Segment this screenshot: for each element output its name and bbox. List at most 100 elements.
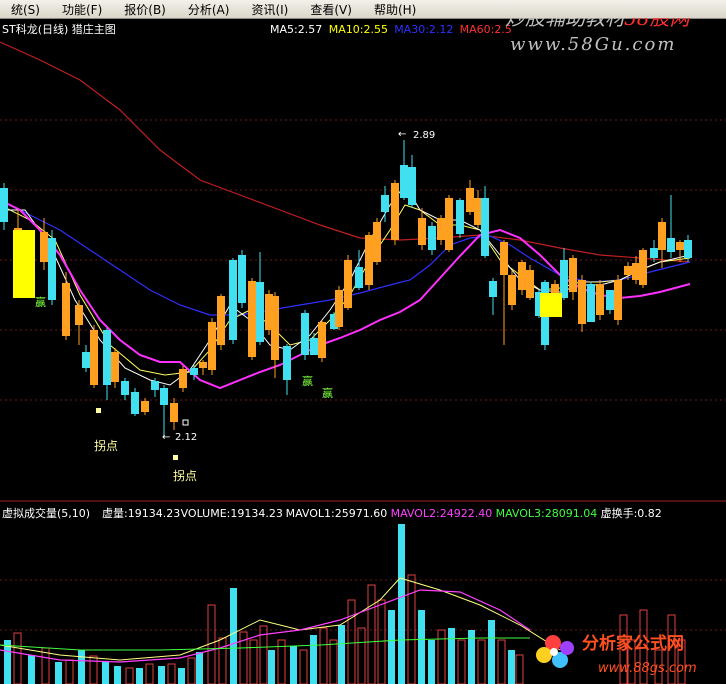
mavol1-line xyxy=(0,577,561,661)
volume-bar xyxy=(230,588,237,684)
volume-bar xyxy=(398,524,405,684)
menu-item-6[interactable]: 帮助(H) xyxy=(363,1,427,18)
candle-body xyxy=(526,270,534,298)
menu-item-0[interactable]: 统(S) xyxy=(0,1,51,18)
volume-bar xyxy=(158,666,165,684)
candle-body xyxy=(632,263,640,280)
candle-body xyxy=(474,198,482,225)
volume-bar xyxy=(367,584,376,684)
candle-body xyxy=(170,403,178,422)
candle-body xyxy=(0,188,8,222)
candle-body xyxy=(335,290,343,327)
candle-body xyxy=(301,313,309,355)
candle-body xyxy=(658,222,666,250)
volume-bar xyxy=(477,639,486,684)
menu-item-4[interactable]: 资讯(I) xyxy=(240,1,299,18)
turn-point-label-2: 拐点 xyxy=(173,468,197,483)
candle-body xyxy=(587,284,595,322)
watermark-line2: www.58Gu.com xyxy=(510,34,676,55)
candle-body xyxy=(40,232,48,262)
volume-bar xyxy=(268,650,275,684)
volume-bar xyxy=(65,659,74,684)
candle-body xyxy=(355,267,363,288)
candle-body xyxy=(151,381,159,390)
candle-body xyxy=(75,305,83,325)
candle-body xyxy=(62,283,70,336)
candle-body xyxy=(121,381,129,395)
chart-area[interactable]: ST科龙(日线) 猎庄主图 MA5:2.57 MA10:2.55 MA30:2.12… xyxy=(0,18,726,684)
volume-label-1: VOLUME:19134.23 xyxy=(181,507,283,520)
volume-bar xyxy=(187,657,196,684)
menu-item-5[interactable]: 查看(V) xyxy=(299,1,363,18)
volume-bar xyxy=(167,663,176,684)
brand-url: www.88gs.com xyxy=(598,661,697,676)
volume-label-3: MAVOL2:24922.40 xyxy=(391,507,493,520)
candle-body xyxy=(238,255,246,303)
candle-body xyxy=(684,240,692,258)
candle-body xyxy=(400,165,408,198)
volume-bar xyxy=(55,662,62,684)
volume-bar xyxy=(377,599,386,684)
ma60-line xyxy=(0,41,691,263)
watermark-bottom: 分析家公式网 www.88gs.com xyxy=(536,633,697,676)
candle-body xyxy=(131,392,139,414)
turn-point-marker-1 xyxy=(96,408,101,413)
volume-bar xyxy=(357,627,366,684)
menu-item-3[interactable]: 分析(A) xyxy=(177,1,241,18)
candle-body xyxy=(639,250,647,285)
signal-win-1: 赢 xyxy=(35,295,46,309)
candle-body xyxy=(208,322,216,370)
candle-body xyxy=(217,296,225,345)
volume-panel-title: 虚拟成交量(5,10) xyxy=(2,506,90,520)
volume-bar xyxy=(508,650,515,684)
candle-body xyxy=(466,188,474,212)
volume-bar xyxy=(437,629,446,684)
volume-bar xyxy=(329,639,338,684)
volume-bar xyxy=(497,639,506,684)
candle-body xyxy=(456,200,464,234)
signal-win-3: 赢 xyxy=(322,386,333,400)
candle-body xyxy=(111,352,119,382)
signal-block-right xyxy=(540,293,562,317)
volume-bar xyxy=(178,668,185,684)
candle-body xyxy=(199,362,207,368)
volume-label-5: 虚换手:0.82 xyxy=(601,506,662,520)
candle-body xyxy=(418,218,426,245)
candle-body xyxy=(160,388,168,405)
watermark-accent: 58股网 xyxy=(624,18,692,30)
candle-body xyxy=(428,226,436,250)
candle-body xyxy=(500,242,508,275)
volume-bar xyxy=(249,639,258,684)
candle-body xyxy=(437,218,445,240)
candle-body xyxy=(271,296,279,360)
candle-body xyxy=(445,198,453,250)
candle-body xyxy=(283,346,291,380)
volume-bars xyxy=(4,524,686,684)
high-marker: ← xyxy=(398,129,406,140)
candle-body xyxy=(344,260,352,308)
candle-body xyxy=(90,330,98,385)
menu-item-2[interactable]: 报价(B) xyxy=(113,1,177,18)
volume-bar xyxy=(299,649,308,684)
candle-body xyxy=(606,290,614,310)
candle-body xyxy=(318,322,326,358)
candle-body xyxy=(391,183,399,240)
candle-body xyxy=(624,266,632,275)
watermark-line1: 炒股辅助教材 xyxy=(505,18,628,30)
candle-body xyxy=(489,281,497,297)
candle-body xyxy=(141,401,149,412)
candle-body xyxy=(518,262,526,290)
volume-bar xyxy=(515,654,524,684)
menu-item-1[interactable]: 功能(F) xyxy=(51,1,113,18)
ma-label-3: MA60:2.5 xyxy=(460,23,512,36)
candlesticks xyxy=(0,140,692,437)
candle-body xyxy=(676,242,684,250)
volume-bar xyxy=(319,627,328,684)
watermark-top: 炒股辅助教材 58股网 www.58Gu.com xyxy=(505,18,692,55)
candle-body xyxy=(650,248,658,258)
volume-bar xyxy=(290,646,297,684)
candle-body xyxy=(614,280,622,320)
candle-body xyxy=(596,284,604,315)
candle-body xyxy=(256,282,264,342)
volume-bar xyxy=(388,610,395,684)
